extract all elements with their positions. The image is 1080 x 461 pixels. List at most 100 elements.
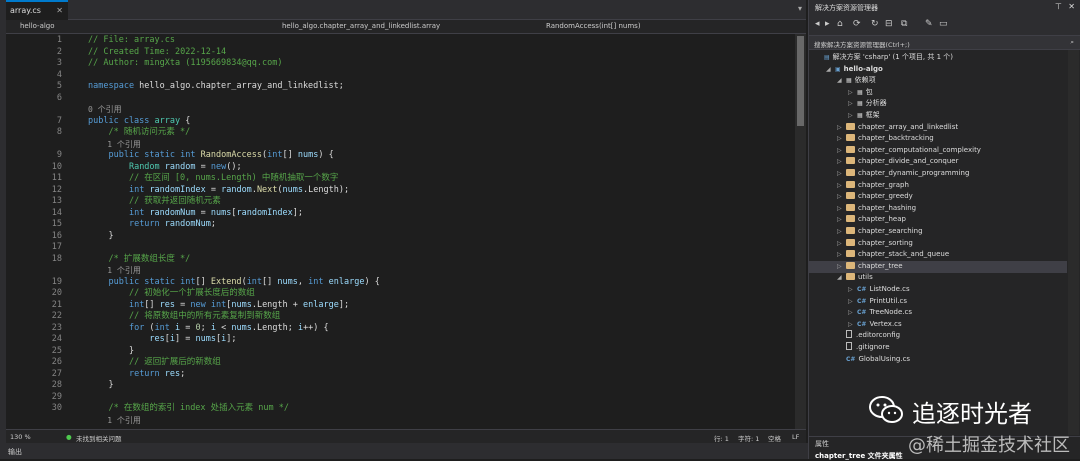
tree-item[interactable]: ▷ ▦ 包 — [848, 87, 873, 99]
tree-item[interactable]: ▷ chapter_searching — [837, 226, 923, 238]
settings-icon[interactable]: ✎ — [925, 19, 933, 29]
expand-icon[interactable]: ▷ — [837, 261, 846, 273]
tree-item[interactable]: ◢ ▣ hello-algo — [826, 64, 883, 76]
refresh-icon[interactable]: ↻ — [871, 19, 879, 29]
expand-icon[interactable]: ▷ — [837, 145, 846, 157]
tree-item[interactable]: ▷ chapter_divide_and_conquer — [837, 156, 958, 168]
tree-item[interactable]: ◢ utils — [837, 272, 873, 284]
codelens-text[interactable]: 1 个引用 — [88, 265, 141, 277]
whitespace-mode[interactable]: 空格 — [768, 433, 781, 443]
home-icon[interactable]: ⌂ — [837, 19, 843, 29]
codelens-text[interactable]: 1 个引用 — [88, 139, 141, 151]
search-icon[interactable]: ⌕ — [1070, 38, 1074, 47]
expand-icon[interactable]: ▷ — [837, 226, 846, 238]
tree-item[interactable]: ▷ ▦ 分析器 — [848, 98, 887, 110]
expand-icon[interactable]: ▷ — [837, 180, 846, 192]
tree-item-label: chapter_greedy — [858, 192, 913, 201]
collapse-icon[interactable]: ⊟ — [885, 19, 893, 29]
expand-icon[interactable]: ▷ — [837, 191, 846, 203]
tree-item[interactable]: .gitignore — [837, 342, 890, 354]
code-token: /* 在数组的索引 index 处插入元素 num */ — [108, 403, 289, 413]
tree-item[interactable]: ▷ chapter_array_and_linkedlist — [837, 122, 958, 134]
tree-item[interactable]: ▷ C# PrintUtil.cs — [848, 296, 907, 308]
codelens-reference[interactable]: 1 个引用 — [6, 415, 794, 427]
sync-icon[interactable]: ⟳ — [853, 19, 861, 29]
tree-item[interactable]: ▷ chapter_heap — [837, 214, 906, 226]
codelens-text[interactable]: 0 个引用 — [88, 104, 122, 116]
tree-item[interactable]: ▤ 解决方案 'csharp' (1 个项目, 共 1 个) — [815, 52, 953, 64]
expand-icon[interactable]: ▷ — [848, 307, 857, 319]
tree-item[interactable]: ▷ chapter_backtracking — [837, 133, 934, 145]
expand-icon[interactable]: ▷ — [837, 133, 846, 145]
nav-project[interactable]: hello-algo — [20, 22, 55, 30]
tree-item[interactable]: ▷ ▦ 框架 — [848, 110, 880, 122]
nav-namespace[interactable]: hello_algo.chapter_array_and_linkedlist.… — [282, 22, 440, 30]
close-icon[interactable]: ✕ — [56, 6, 63, 15]
expand-icon[interactable]: ▷ — [837, 122, 846, 134]
tree-item[interactable]: ▷ C# ListNode.cs — [848, 284, 910, 296]
cursor-col: 字符: 1 — [738, 435, 760, 443]
tree-item-label: chapter_backtracking — [858, 134, 934, 143]
tree-item[interactable]: ◢ ▦ 依赖项 — [837, 75, 876, 87]
tree-item[interactable]: ▷ C# TreeNode.cs — [848, 307, 912, 319]
expand-icon[interactable]: ▷ — [837, 168, 846, 180]
expand-icon[interactable]: ▷ — [848, 98, 857, 110]
solution-scrollbar[interactable] — [1068, 50, 1079, 435]
codelens-text[interactable]: 1 个引用 — [88, 415, 141, 427]
codelens-reference[interactable]: 0 个引用 — [6, 104, 794, 116]
tree-item[interactable]: ▷ C# Vertex.cs — [848, 319, 902, 331]
line-number: 21 — [51, 299, 62, 310]
issues-status[interactable]: 未找到相关问题 — [76, 433, 122, 443]
preview-icon[interactable]: ▭ — [939, 19, 948, 29]
expanded-icon[interactable]: ◢ — [837, 272, 846, 284]
tree-item[interactable]: ▷ chapter_stack_and_queue — [837, 249, 949, 261]
tab-overflow-icon[interactable]: ▾ — [798, 4, 802, 13]
tree-item[interactable]: .editorconfig — [837, 330, 900, 342]
zoom-level[interactable]: 130 % — [10, 433, 31, 441]
folder-icon — [846, 157, 855, 165]
expand-icon[interactable]: ▷ — [848, 319, 857, 331]
expand-icon[interactable]: ▷ — [848, 110, 857, 122]
tree-item[interactable]: ▷ chapter_greedy — [837, 191, 913, 203]
code-token: int — [154, 322, 170, 333]
close-icon[interactable]: ✕ — [1068, 2, 1075, 11]
forward-icon[interactable]: ▸ — [825, 19, 830, 29]
tab-array-cs[interactable]: array.cs ✕ — [6, 0, 68, 20]
code-token: public static int — [108, 150, 196, 160]
line-ending[interactable]: LF — [792, 433, 799, 441]
editor-scrollbar[interactable] — [795, 34, 806, 429]
nav-member[interactable]: RandomAccess(int[] nums) — [546, 22, 641, 30]
back-icon[interactable]: ◂ — [815, 19, 820, 29]
tree-item[interactable]: ▷ chapter_dynamic_programming — [837, 168, 969, 180]
tree-item[interactable]: ▷ chapter_computational_complexity — [837, 145, 981, 157]
codelens-reference[interactable]: 1 个引用 — [6, 139, 794, 151]
expand-icon[interactable]: ▷ — [837, 203, 846, 215]
expand-icon[interactable]: ▷ — [837, 156, 846, 168]
tree-item[interactable]: ▷ chapter_tree — [837, 261, 903, 273]
tree-item[interactable]: C# GlobalUsing.cs — [837, 354, 910, 366]
expand-icon[interactable]: ▷ — [837, 249, 846, 261]
line-number: 14 — [51, 207, 62, 218]
expand-icon[interactable]: ▷ — [837, 238, 846, 250]
code-editor[interactable]: 1 // File: array.cs 2 // Created Time: 2022… — [6, 34, 794, 429]
tree-item[interactable]: ▷ chapter_sorting — [837, 238, 913, 250]
show-all-icon[interactable]: ⧉ — [901, 19, 907, 29]
code-token: res — [164, 368, 181, 379]
code-token: ( — [144, 322, 155, 333]
tree-item[interactable]: ▷ chapter_graph — [837, 180, 909, 192]
tree-item[interactable]: ▷ chapter_hashing — [837, 203, 916, 215]
expanded-icon[interactable]: ◢ — [837, 75, 846, 87]
solution-search-input[interactable]: 搜索解决方案资源管理器(Ctrl+;) ⌕ — [809, 36, 1080, 50]
expanded-icon[interactable]: ◢ — [826, 64, 835, 76]
scrollbar-thumb[interactable] — [797, 36, 804, 126]
pin-icon[interactable]: ⊤ — [1055, 2, 1062, 11]
expand-icon[interactable]: ▷ — [837, 214, 846, 226]
expand-icon[interactable]: ▷ — [848, 87, 857, 99]
expand-icon[interactable]: ▷ — [848, 296, 857, 308]
codelens-reference[interactable]: 1 个引用 — [6, 265, 794, 277]
output-panel-tab[interactable]: 输出 — [0, 443, 808, 459]
expand-icon[interactable]: ▷ — [848, 284, 857, 296]
